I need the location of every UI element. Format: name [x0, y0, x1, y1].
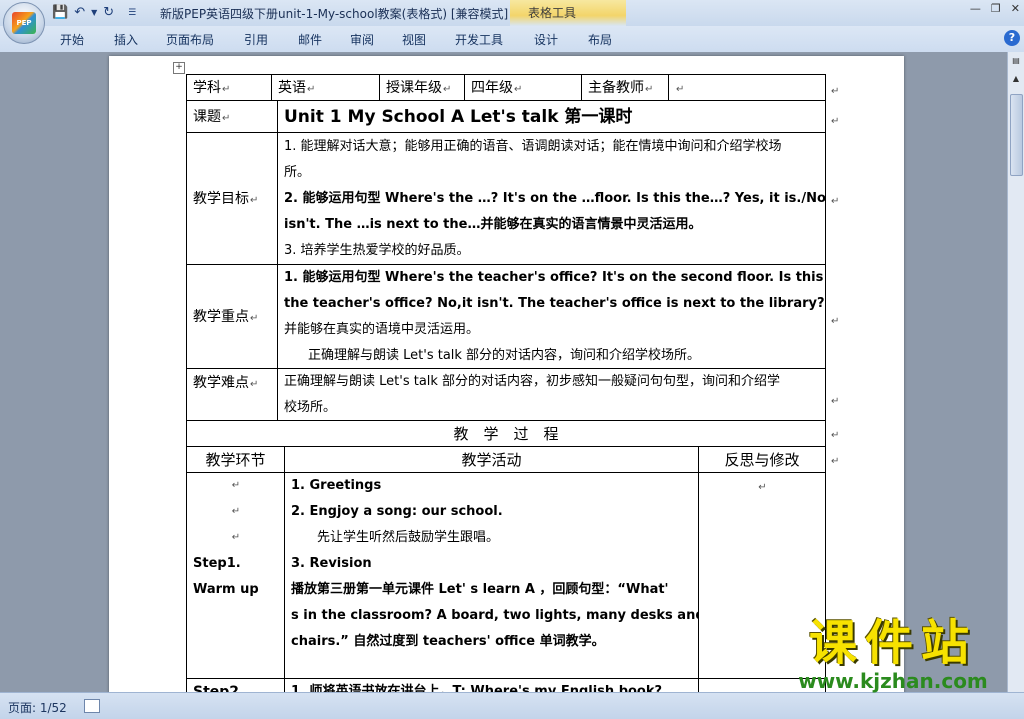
customize-qat-icon[interactable]: ☰ — [128, 4, 136, 22]
document-page[interactable]: + 学科↵ 英语↵ 授课年级↵ 四年级↵ 主备教师↵ ↵ 课题↵ Unit 1 … — [109, 56, 904, 692]
page-number[interactable]: 页面: 1/52 — [8, 699, 67, 716]
cell-goals-label[interactable]: 教学目标↵ — [186, 132, 277, 264]
tab-design[interactable]: 设计 — [534, 31, 558, 48]
header-teaching-stage[interactable]: 教学环节 — [186, 446, 284, 472]
title-bar: 💾 ↶ ▼ ↻ ☰ 新版PEP英语四级下册unit-1-My-school教案(… — [0, 0, 1024, 26]
cell-subject-label[interactable]: 学科↵ — [186, 74, 271, 100]
tab-home[interactable]: 开始 — [60, 31, 84, 48]
vertical-scrollbar[interactable]: ▤ ▲ — [1007, 52, 1024, 692]
watermark: 课件站 www.kjzhan.com — [768, 616, 1018, 696]
row-end-mark: ↵ — [831, 116, 840, 127]
quick-access-toolbar: 💾 ↶ ▼ ↻ ☰ — [52, 3, 136, 23]
watermark-main: 课件站 — [808, 615, 977, 671]
document-title: 新版PEP英语四级下册unit-1-My-school教案(表格式) [兼容模式… — [160, 7, 523, 21]
row-end-mark: ↵ — [831, 86, 840, 97]
cell-teacher-label[interactable]: 主备教师↵ — [581, 74, 668, 100]
tab-page-layout[interactable]: 页面布局 — [166, 31, 214, 48]
context-tab-table-tools: 表格工具 — [510, 0, 626, 26]
cell-subject[interactable]: 英语↵ — [271, 74, 379, 100]
row-end-mark: ↵ — [831, 396, 840, 407]
ribbon-tabs: 开始 插入 页面布局 引用 邮件 审阅 视图 开发工具 设计 布局 ? — [0, 26, 1024, 53]
tab-references[interactable]: 引用 — [244, 31, 268, 48]
restore-icon[interactable]: ❐ — [991, 2, 1001, 15]
tab-insert[interactable]: 插入 — [114, 31, 138, 48]
lesson-title: Unit 1 My School A Let's talk 第一课时 — [284, 107, 633, 127]
cell-topic-label[interactable]: 课题↵ — [186, 100, 277, 132]
header-reflection[interactable]: 反思与修改 — [698, 446, 825, 472]
scroll-thumb[interactable] — [1010, 94, 1023, 176]
scroll-up-icon[interactable]: ▲ — [1009, 72, 1023, 86]
redo-icon[interactable]: ↻ — [103, 4, 114, 22]
table-right-border — [825, 74, 826, 692]
tab-review[interactable]: 审阅 — [350, 31, 374, 48]
row-end-mark: ↵ — [831, 430, 840, 441]
cell-step1-activity[interactable]: 1. Greetings 2. Engjoy a song: our schoo… — [284, 472, 698, 678]
proofing-icon[interactable] — [84, 699, 100, 713]
cell-key[interactable]: 1. 能够运用句型 Where's the teacher's office? … — [277, 264, 825, 368]
minimize-icon[interactable]: — — [970, 2, 981, 15]
row-end-mark: ↵ — [831, 196, 840, 207]
save-icon[interactable]: 💾 — [52, 4, 68, 22]
cell-goals[interactable]: 1. 能理解对话大意；能够用正确的语音、语调朗读对话；能在情境中询问和介绍学校场… — [277, 132, 825, 264]
cell-step2-label[interactable]: Step2. — [186, 678, 284, 692]
dropdown-icon[interactable]: ▼ — [91, 4, 97, 22]
ruler-toggle-icon[interactable]: ▤ — [1009, 54, 1023, 68]
undo-icon[interactable]: ↶ — [74, 4, 85, 22]
document-workspace: + 学科↵ 英语↵ 授课年级↵ 四年级↵ 主备教师↵ ↵ 课题↵ Unit 1 … — [0, 52, 1008, 692]
table-move-handle-icon[interactable]: + — [173, 62, 185, 74]
tab-view[interactable]: 视图 — [402, 31, 426, 48]
cell-difficult-label[interactable]: 教学难点↵ — [186, 368, 277, 420]
context-tab-label: 表格工具 — [528, 6, 577, 20]
row-end-mark: ↵ — [831, 316, 840, 327]
cell-topic[interactable]: Unit 1 My School A Let's talk 第一课时 — [277, 100, 825, 132]
window-controls: — ❐ ✕ — [970, 2, 1020, 15]
help-icon[interactable]: ? — [1004, 30, 1020, 46]
watermark-url: www.kjzhan.com — [798, 669, 988, 693]
office-logo-icon: PEP — [12, 12, 36, 34]
status-bar: 页面: 1/52 — [0, 692, 1024, 719]
cell-key-label[interactable]: 教学重点↵ — [186, 264, 277, 368]
cell-difficult[interactable]: 正确理解与朗读 Let's talk 部分的对话内容，初步感知一般疑问句句型，询… — [277, 368, 825, 420]
tab-layout[interactable]: 布局 — [588, 31, 612, 48]
office-button[interactable]: PEP — [3, 2, 45, 44]
cell-grade-label[interactable]: 授课年级↵ — [379, 74, 464, 100]
cell-step1-label[interactable]: ↵ ↵ ↵ Step1. Warm up — [186, 472, 284, 678]
cell-step2-activity[interactable]: 1. 师将英语书放在讲台上，T: Where's my English book… — [284, 678, 698, 692]
tab-developer[interactable]: 开发工具 — [455, 31, 503, 48]
header-teaching-activity[interactable]: 教学活动 — [284, 446, 698, 472]
close-icon[interactable]: ✕ — [1011, 2, 1020, 15]
cell-grade[interactable]: 四年级↵ — [464, 74, 581, 100]
row-end-mark: ↵ — [831, 456, 840, 467]
cell-process-title[interactable]: 教 学 过 程 — [186, 420, 825, 446]
cell-teacher[interactable]: ↵ — [668, 74, 825, 100]
tab-mailings[interactable]: 邮件 — [298, 31, 322, 48]
